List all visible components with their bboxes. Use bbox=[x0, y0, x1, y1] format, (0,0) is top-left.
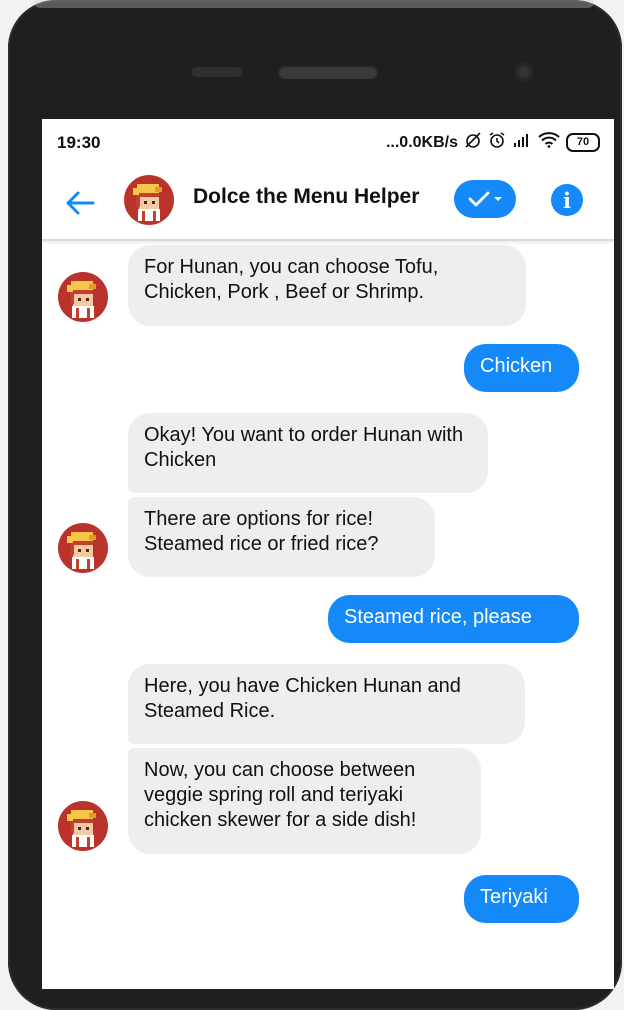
alarm-off-icon bbox=[464, 131, 482, 154]
phone-top-edge bbox=[34, 0, 594, 8]
bot-avatar bbox=[58, 801, 108, 851]
front-camera bbox=[514, 62, 534, 82]
message-text: Teriyaki bbox=[480, 886, 548, 908]
chat-title[interactable]: Dolce the Menu Helper bbox=[193, 185, 419, 209]
bot-avatar bbox=[58, 272, 108, 322]
bot-message: There are options for rice! Steamed rice… bbox=[128, 497, 435, 577]
bot-avatar bbox=[58, 523, 108, 573]
message-text: Steamed rice, please bbox=[344, 606, 532, 628]
screen: 19:30 ...0.0KB/s 70 Dolce the Menu Helpe… bbox=[42, 119, 614, 989]
battery-icon: 70 bbox=[566, 133, 600, 152]
checkmark-icon bbox=[468, 191, 489, 207]
message-text: Here, you have Chicken Hunan and Steamed… bbox=[144, 675, 461, 722]
bot-avatar[interactable] bbox=[124, 175, 174, 225]
status-icons: ...0.0KB/s 70 bbox=[386, 131, 600, 154]
phone-frame: 19:30 ...0.0KB/s 70 Dolce the Menu Helpe… bbox=[8, 0, 622, 1010]
message-text: Now, you can choose between veggie sprin… bbox=[144, 759, 417, 831]
message-text: For Hunan, you can choose Tofu, Chicken,… bbox=[144, 256, 439, 303]
network-speed: ...0.0KB/s bbox=[385, 133, 458, 151]
wifi-icon bbox=[538, 132, 560, 153]
message-text: Chicken bbox=[480, 355, 553, 377]
bot-message: Here, you have Chicken Hunan and Steamed… bbox=[128, 664, 525, 744]
status-time: 19:30 bbox=[57, 133, 101, 152]
message-text: There are options for rice! Steamed rice… bbox=[144, 508, 379, 555]
signal-icon bbox=[512, 132, 532, 153]
info-icon: i bbox=[563, 187, 571, 213]
bot-message: Now, you can choose between veggie sprin… bbox=[128, 748, 481, 854]
info-button[interactable]: i bbox=[551, 184, 583, 216]
bot-message: For Hunan, you can choose Tofu, Chicken,… bbox=[128, 245, 526, 326]
earpiece-speaker bbox=[278, 65, 378, 79]
bot-message: Okay! You want to order Hunan with Chick… bbox=[128, 413, 488, 493]
proximity-sensor bbox=[191, 67, 243, 77]
user-message: Steamed rice, please bbox=[328, 595, 579, 643]
status-dropdown-button[interactable] bbox=[454, 180, 516, 218]
user-message: Chicken bbox=[464, 344, 579, 392]
back-arrow-icon bbox=[66, 191, 95, 215]
alarm-icon bbox=[488, 131, 506, 154]
status-bar: 19:30 ...0.0KB/s 70 bbox=[42, 119, 614, 169]
chevron-down-icon bbox=[493, 197, 502, 201]
user-message: Teriyaki bbox=[464, 875, 579, 923]
back-button[interactable] bbox=[62, 185, 98, 221]
message-text: Okay! You want to order Hunan with Chick… bbox=[144, 424, 464, 471]
chat-header: Dolce the Menu Helper i bbox=[42, 169, 614, 241]
